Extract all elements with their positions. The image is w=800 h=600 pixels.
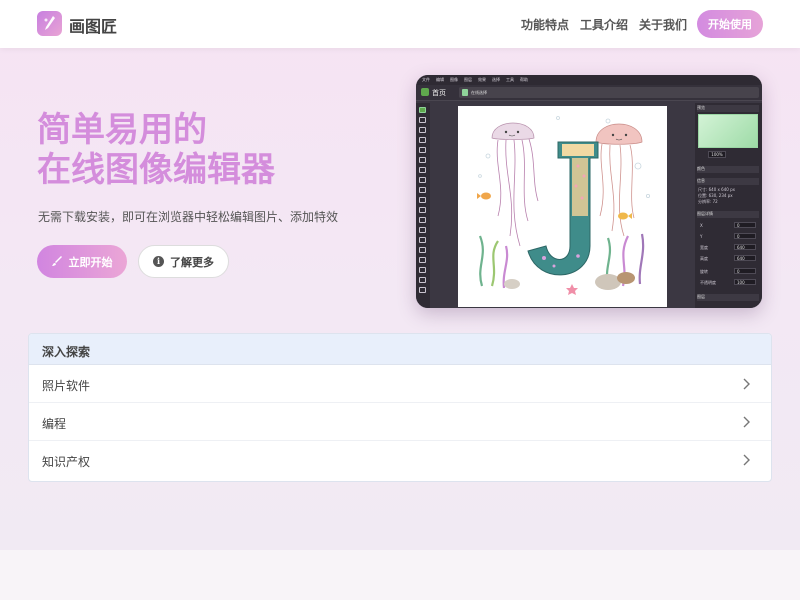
info-resolution: 分辨率: 72 [698, 199, 718, 204]
brand-name[interactable]: 画图匠 [69, 13, 117, 37]
editor-menu-layer: 图层 [464, 77, 472, 82]
learn-more-button[interactable]: i 了解更多 [138, 245, 229, 278]
clone-tool-icon [419, 217, 426, 223]
color-panel-header: 颜色 [697, 166, 759, 173]
hand-tool-icon [419, 287, 426, 293]
explore-card-title: 深入探索 [42, 345, 91, 359]
prop-width-label: 宽度 [700, 245, 708, 250]
editor-menu-tools: 工具 [506, 77, 514, 82]
prop-x-label: X [700, 223, 703, 228]
editor-canvas [458, 106, 667, 307]
editor-menu-help: 帮助 [520, 77, 528, 82]
select-tool-icon [419, 107, 426, 113]
editor-menu-edit: 编辑 [436, 77, 444, 82]
chevron-right-icon [743, 454, 750, 466]
prop-x-field: 0 [734, 222, 756, 228]
fill-tool-icon [419, 177, 426, 183]
get-started-button[interactable]: 开始使用 [697, 10, 763, 38]
crop-tool-icon [419, 237, 426, 243]
prop-rotation-label: 旋转 [700, 269, 708, 274]
editor-menu-select: 选择 [492, 77, 500, 82]
footer-area [0, 550, 800, 600]
prop-opacity-field: 100 [734, 279, 756, 285]
explore-item-label: 照片软件 [42, 379, 91, 393]
image-tool-icon [419, 197, 426, 203]
editor-doc-tab-label: 在线选择 [471, 90, 487, 95]
layers-panel-header: 图层 [697, 294, 759, 301]
explore-item-programming[interactable]: 编程 [29, 403, 771, 441]
brush-icon [51, 256, 62, 266]
editor-home-icon [421, 88, 429, 96]
pen-tool-icon [419, 277, 426, 283]
prop-y-field: 0 [734, 233, 756, 239]
nav-link-features[interactable]: 功能特点 [521, 16, 569, 33]
prop-height-label: 高度 [700, 256, 708, 261]
explore-card: 深入探索 照片软件 编程 知识产权 [28, 333, 772, 482]
info-icon: i [153, 256, 164, 267]
start-now-button[interactable]: 立即开始 [37, 245, 127, 278]
info-panel-header: 信息 [697, 178, 759, 185]
editor-menu-file: 文件 [422, 77, 430, 82]
editor-home-tab: 首页 [432, 89, 446, 97]
prop-width-field: 640 [734, 244, 756, 250]
text-tool-icon [419, 207, 426, 213]
marquee-tool-icon [419, 117, 426, 123]
preview-panel-header: 预览 [697, 105, 759, 112]
prop-rotation-field: 0 [734, 268, 756, 274]
nav-link-about[interactable]: 关于我们 [639, 16, 687, 33]
pencil-tool-icon [419, 137, 426, 143]
brand-logo-icon[interactable] [37, 11, 62, 36]
gradient-tool-icon [419, 187, 426, 193]
chevron-right-icon [743, 378, 750, 390]
learn-more-label: 了解更多 [170, 255, 214, 269]
explore-item-label: 知识产权 [42, 455, 91, 469]
hero-title-line1: 简单易用的 [37, 110, 207, 150]
editor-preview-screenshot: 文件 编辑 图像 图层 效果 选择 工具 帮助 首页 在线选择 预览 100% … [416, 75, 762, 308]
hero-title-line2: 在线图像编辑器 [37, 150, 275, 190]
editor-menu-image: 图像 [450, 77, 458, 82]
nav-link-tools[interactable]: 工具介绍 [580, 16, 628, 33]
start-now-label: 立即开始 [68, 255, 113, 269]
zoom-readout: 100% [708, 151, 726, 158]
jellyfish-letter-j-illustration [477, 116, 650, 295]
explore-item-photo-software[interactable]: 照片软件 [29, 365, 771, 403]
prop-y-label: Y [700, 234, 703, 239]
editor-doc-icon [462, 89, 468, 96]
blur-tool-icon [419, 247, 426, 253]
top-navbar: 画图匠 功能特点 工具介绍 关于我们 开始使用 [0, 0, 800, 48]
editor-menu-effects: 效果 [478, 77, 486, 82]
chevron-right-icon [743, 416, 750, 428]
zoom-tool-icon [419, 167, 426, 173]
explore-item-ip[interactable]: 知识产权 [29, 441, 771, 479]
hero-subtitle: 无需下载安装，即可在浏览器中轻松编辑图片、添加特效 [38, 210, 339, 224]
eye-tool-icon [419, 257, 426, 263]
explore-card-header: 深入探索 [29, 334, 771, 365]
stamp-tool-icon [419, 227, 426, 233]
layer-props-panel-header: 图层详情 [697, 211, 759, 218]
wand-tool-icon [419, 127, 426, 133]
preview-thumbnail [698, 114, 758, 148]
prop-opacity-label: 不透明度 [700, 280, 716, 285]
brush-tool-icon [419, 147, 426, 153]
shape-tool-icon [419, 267, 426, 273]
hero-title: 简单易用的 在线图像编辑器 [37, 110, 275, 190]
eraser-tool-icon [419, 157, 426, 163]
explore-item-label: 编程 [42, 417, 67, 431]
prop-height-field: 640 [734, 255, 756, 261]
editor-doc-tab [459, 87, 759, 98]
